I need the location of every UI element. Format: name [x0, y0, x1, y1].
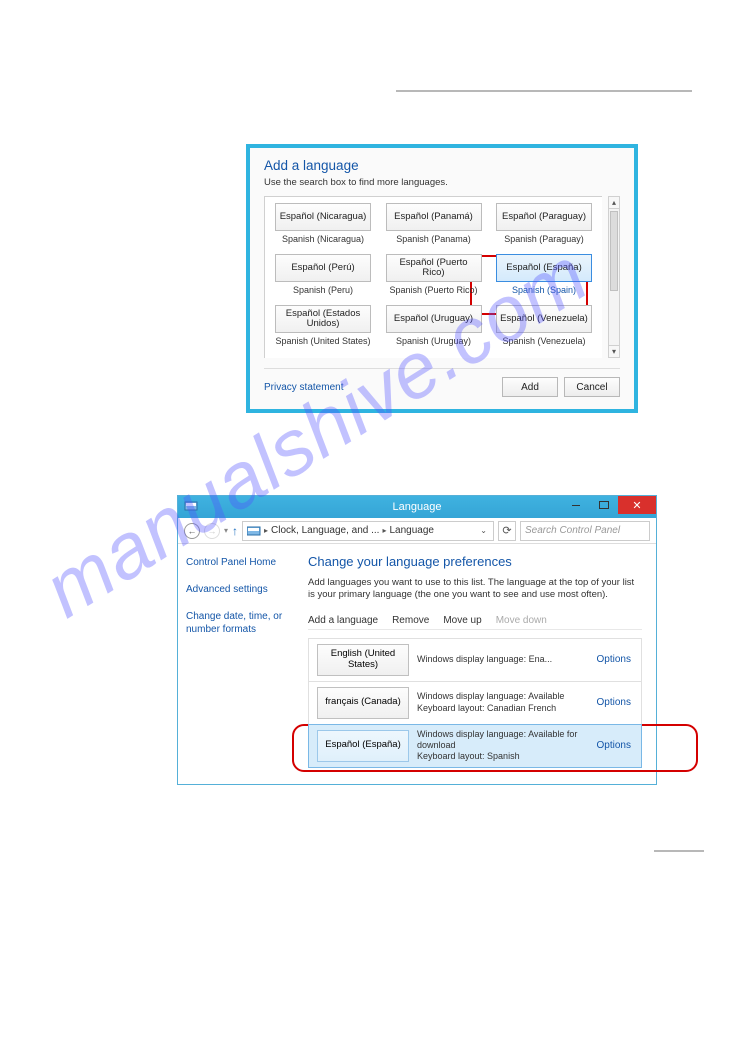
- sidebar: Control Panel Home Advanced settings Cha…: [178, 544, 298, 784]
- refresh-button[interactable]: ⟳: [498, 521, 516, 541]
- tile-sublabel: Spanish (United States): [275, 336, 370, 346]
- address-bar: ← → ▾ ↑ ▸ Clock, Language, and ... ▸ Lan…: [178, 518, 656, 544]
- options-link[interactable]: Options: [587, 740, 641, 751]
- lang-tile-uruguay[interactable]: Español (Uruguay) Spanish (Uruguay): [380, 305, 488, 354]
- back-button[interactable]: ←: [184, 523, 200, 539]
- lang-desc: Windows display language: AvailableKeybo…: [417, 691, 587, 714]
- add-language-dialog: Add a language Use the search box to fin…: [246, 144, 638, 413]
- lang-tile-us[interactable]: Español (Estados Unidos) Spanish (United…: [269, 305, 377, 354]
- maximize-button[interactable]: [590, 496, 618, 514]
- forward-button[interactable]: →: [204, 523, 220, 539]
- tile-sublabel: Spanish (Puerto Rico): [389, 285, 477, 295]
- chevron-right-icon: ▸: [264, 526, 268, 535]
- tile-label: Español (Panamá): [386, 203, 482, 231]
- search-input[interactable]: Search Control Panel: [520, 521, 650, 541]
- lang-tile-panama[interactable]: Español (Panamá) Spanish (Panama): [380, 203, 488, 252]
- action-move-down[interactable]: Move down: [496, 615, 547, 626]
- dialog-title: Add a language: [264, 158, 620, 173]
- tile-sublabel: Spanish (Spain): [512, 285, 576, 295]
- control-panel-icon: [247, 525, 261, 537]
- scroll-thumb[interactable]: [610, 211, 618, 291]
- options-link[interactable]: Options: [587, 654, 641, 665]
- chevron-right-icon: ▸: [382, 526, 386, 535]
- main-pane: Change your language preferences Add lan…: [298, 544, 656, 784]
- lang-row-es-es[interactable]: Español (España) Windows display languag…: [308, 724, 642, 768]
- lang-row-en-us[interactable]: English (United States) Windows display …: [308, 638, 642, 682]
- lang-tile-peru[interactable]: Español (Perú) Spanish (Peru): [269, 254, 377, 303]
- tile-label: Español (España): [496, 254, 592, 282]
- tile-label: Español (Nicaragua): [275, 203, 371, 231]
- options-link[interactable]: Options: [587, 697, 641, 708]
- tile-sublabel: Spanish (Uruguay): [396, 336, 471, 346]
- description: Add languages you want to use to this li…: [308, 577, 642, 602]
- tile-label: Español (Uruguay): [386, 305, 482, 333]
- up-button[interactable]: ↑: [232, 524, 238, 538]
- action-move-up[interactable]: Move up: [443, 615, 481, 626]
- minimize-button[interactable]: [562, 496, 590, 514]
- tile-label: Español (Perú): [275, 254, 371, 282]
- tile-sublabel: Spanish (Peru): [293, 285, 353, 295]
- dialog-subtitle: Use the search box to find more language…: [264, 177, 620, 188]
- language-window: Language ← → ▾ ↑ ▸ Clock, Language, and …: [177, 495, 657, 785]
- tile-sublabel: Spanish (Venezuela): [502, 336, 585, 346]
- lang-box: français (Canada): [317, 687, 409, 719]
- lang-desc: Windows display language: Ena...: [417, 654, 587, 665]
- sidebar-clock-link[interactable]: Change date, time, or number formats: [186, 610, 290, 636]
- lang-tile-nicaragua[interactable]: Español (Nicaragua) Spanish (Nicaragua): [269, 203, 377, 252]
- action-remove[interactable]: Remove: [392, 615, 429, 626]
- tile-sublabel: Spanish (Nicaragua): [282, 234, 364, 244]
- scrollbar[interactable]: ▴ ▾: [608, 196, 620, 358]
- control-panel-icon: [184, 499, 198, 516]
- lang-box: Español (España): [317, 730, 409, 762]
- tile-label: Español (Paraguay): [496, 203, 592, 231]
- divider-bottom: [654, 850, 704, 852]
- close-button[interactable]: [618, 496, 656, 514]
- titlebar[interactable]: Language: [178, 496, 656, 518]
- breadcrumb-seg[interactable]: Clock, Language, and ...: [271, 525, 379, 536]
- language-list: English (United States) Windows display …: [308, 638, 642, 768]
- actions-bar: Add a language Remove Move up Move down: [308, 612, 642, 630]
- tile-label: Español (Estados Unidos): [275, 305, 371, 333]
- lang-tile-venezuela[interactable]: Español (Venezuela) Spanish (Venezuela): [490, 305, 598, 354]
- divider-top: [396, 90, 692, 92]
- tile-sublabel: Spanish (Paraguay): [504, 234, 584, 244]
- scroll-up-icon[interactable]: ▴: [609, 197, 619, 209]
- lang-box: English (United States): [317, 644, 409, 676]
- scroll-down-icon[interactable]: ▾: [609, 345, 619, 357]
- cancel-button[interactable]: Cancel: [564, 377, 620, 397]
- tile-sublabel: Spanish (Panama): [396, 234, 471, 244]
- chevron-down-icon[interactable]: ⌄: [480, 526, 487, 535]
- language-grid: Español (Nicaragua) Spanish (Nicaragua) …: [264, 196, 602, 358]
- sidebar-home-link[interactable]: Control Panel Home: [186, 556, 290, 569]
- lang-tile-spain[interactable]: Español (España) Spanish (Spain): [490, 254, 598, 303]
- breadcrumb[interactable]: ▸ Clock, Language, and ... ▸ Language ⌄: [242, 521, 494, 541]
- lang-tile-paraguay[interactable]: Español (Paraguay) Spanish (Paraguay): [490, 203, 598, 252]
- lang-row-fr-ca[interactable]: français (Canada) Windows display langua…: [308, 681, 642, 725]
- breadcrumb-seg[interactable]: Language: [389, 525, 434, 536]
- heading: Change your language preferences: [308, 554, 642, 569]
- tile-label: Español (Puerto Rico): [386, 254, 482, 282]
- lang-tile-puerto-rico[interactable]: Español (Puerto Rico) Spanish (Puerto Ri…: [380, 254, 488, 303]
- tile-label: Español (Venezuela): [496, 305, 592, 333]
- sidebar-advanced-link[interactable]: Advanced settings: [186, 583, 290, 596]
- action-add[interactable]: Add a language: [308, 615, 378, 626]
- privacy-link[interactable]: Privacy statement: [264, 382, 343, 393]
- lang-desc: Windows display language: Available for …: [417, 729, 587, 763]
- chevron-down-icon[interactable]: ▾: [224, 526, 228, 535]
- window-title: Language: [393, 501, 442, 513]
- add-button[interactable]: Add: [502, 377, 558, 397]
